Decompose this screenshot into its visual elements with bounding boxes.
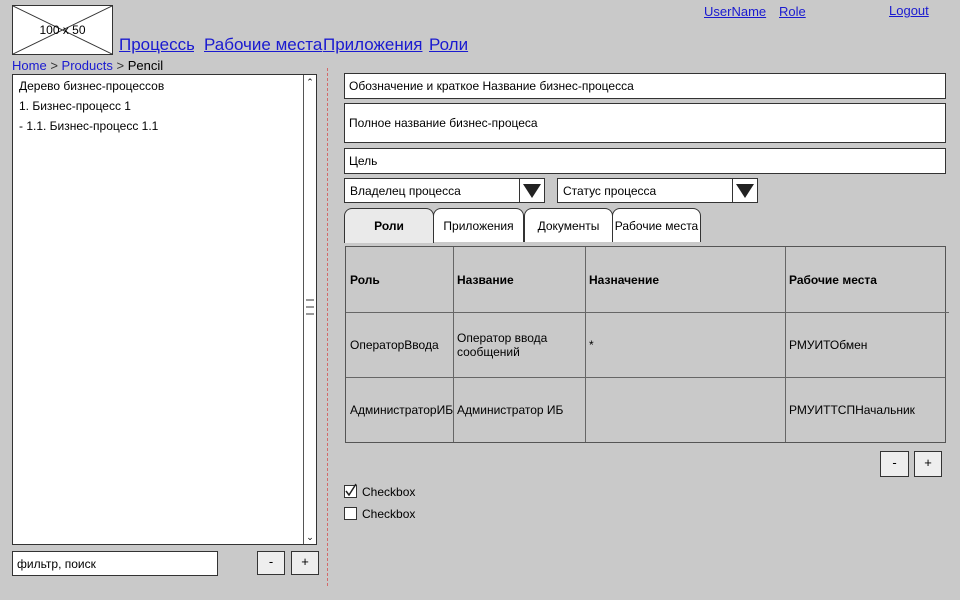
table-header-role[interactable]: Роль — [346, 247, 453, 312]
tree-remove-button[interactable]: - — [257, 551, 285, 575]
table-remove-button[interactable]: - — [880, 451, 909, 477]
checkmark-icon — [345, 483, 357, 496]
tree-item-process-1[interactable]: 1. Бизнес-процесс 1 — [19, 99, 131, 113]
scroll-up-icon[interactable]: ⌃ — [304, 75, 316, 89]
breadcrumb-separator: > — [116, 58, 125, 73]
process-tree[interactable]: Дерево бизнес-процессов 1. Бизнес-процес… — [12, 74, 317, 545]
tree-scrollbar[interactable]: ⌃ ⌄ — [303, 75, 316, 544]
breadcrumb-home[interactable]: Home — [12, 58, 47, 73]
checkbox-1-label[interactable]: Checkbox — [362, 485, 415, 499]
status-select-value: Статус процесса — [563, 184, 657, 198]
owner-select-value: Владелец процесса — [350, 184, 461, 198]
breadcrumb-products[interactable]: Products — [62, 58, 113, 73]
table-header-workplaces[interactable]: Рабочие места — [785, 247, 945, 312]
logout-link[interactable]: Logout — [889, 3, 929, 18]
breadcrumb-current: Pencil — [127, 58, 164, 73]
checkbox-2-label[interactable]: Checkbox — [362, 507, 415, 521]
dropdown-arrow-icon[interactable] — [732, 179, 757, 202]
tab-workplaces[interactable]: Рабочие места — [612, 208, 701, 242]
table-cell-purpose[interactable]: * — [585, 312, 785, 377]
table-cell-name[interactable]: Администратор ИБ — [453, 377, 585, 442]
nav-workplaces[interactable]: Рабочие места — [204, 35, 322, 55]
username-link[interactable]: UserName — [704, 4, 766, 19]
status-select[interactable]: Статус процесса — [557, 178, 758, 203]
scrollbar-thumb[interactable] — [305, 295, 315, 325]
role-link[interactable]: Role — [779, 4, 806, 19]
table-add-button[interactable]: + — [914, 451, 942, 477]
full-name-field[interactable]: Полное название бизнес-процеса — [344, 103, 946, 143]
nav-roles[interactable]: Роли — [429, 35, 468, 55]
roles-table: Роль Название Назначение Рабочие места О… — [345, 246, 949, 443]
table-header-purpose[interactable]: Назначение — [585, 247, 785, 312]
breadcrumb: Home > Products > Pencil — [12, 58, 163, 73]
tree-root[interactable]: Дерево бизнес-процессов — [19, 79, 164, 93]
scroll-down-icon[interactable]: ⌄ — [304, 530, 316, 544]
dropdown-arrow-icon[interactable] — [519, 179, 544, 202]
table-cell-workplaces[interactable]: РМУИТОбмен — [785, 312, 945, 377]
placeholder-cross-icon — [13, 6, 112, 54]
table-cell-role[interactable]: АдминистраторИБ — [346, 377, 453, 442]
nav-applications[interactable]: Приложения — [323, 35, 422, 55]
owner-select[interactable]: Владелец процесса — [344, 178, 545, 203]
filter-search-input[interactable] — [12, 551, 218, 576]
short-name-field[interactable]: Обозначение и краткое Название бизнес-пр… — [344, 73, 946, 99]
logo-placeholder: 100 x 50 — [12, 5, 113, 55]
tree-item-process-1-1[interactable]: - 1.1. Бизнес-процесс 1.1 — [19, 119, 158, 133]
tree-add-button[interactable]: + — [291, 551, 319, 575]
table-header-name[interactable]: Название — [453, 247, 585, 312]
tab-documents[interactable]: Документы — [524, 208, 613, 242]
checkbox-2[interactable] — [344, 507, 357, 520]
tab-applications[interactable]: Приложения — [433, 208, 524, 242]
table-cell-name[interactable]: Оператор ввода сообщений — [453, 312, 585, 377]
nav-processes[interactable]: Процессы — [119, 35, 194, 55]
checkbox-1[interactable] — [344, 483, 357, 498]
goal-field[interactable]: Цель — [344, 148, 946, 174]
panel-divider — [327, 68, 328, 586]
table-cell-workplaces[interactable]: РМУИТТСПНачальник — [785, 377, 945, 442]
table-cell-purpose[interactable] — [585, 377, 785, 442]
table-cell-role[interactable]: ОператорВвода — [346, 312, 453, 377]
tab-roles[interactable]: Роли — [344, 208, 434, 243]
breadcrumb-separator: > — [50, 58, 58, 73]
